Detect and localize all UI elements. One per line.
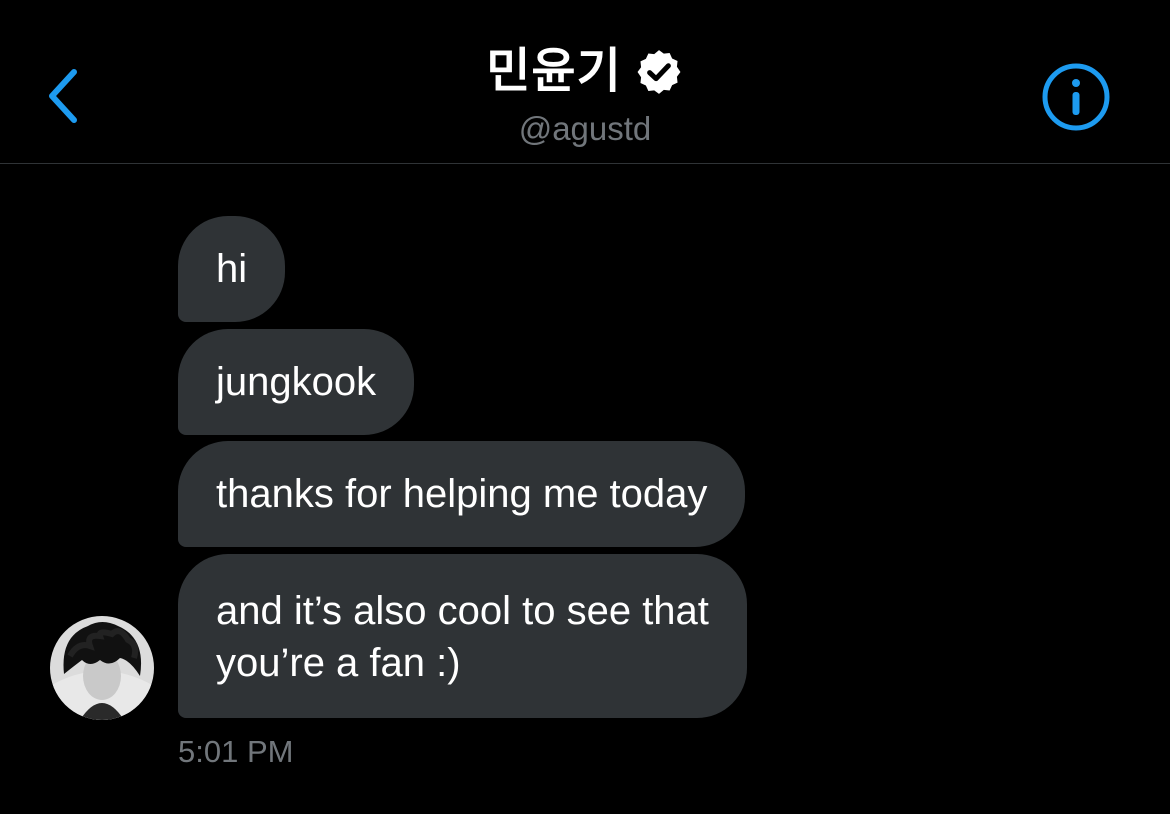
message-bubble[interactable]: hi xyxy=(178,216,286,322)
contact-handle: @agustd xyxy=(518,110,652,147)
profile-photo xyxy=(50,616,154,720)
contact-name: 민윤기 xyxy=(486,45,622,98)
avatar[interactable] xyxy=(50,616,154,720)
message-bubble[interactable]: thanks for helping me today xyxy=(178,441,746,547)
info-button[interactable] xyxy=(1040,61,1112,133)
conversation-title[interactable]: 민윤기 @agustd xyxy=(0,40,1170,145)
verified-badge-icon xyxy=(637,50,681,94)
message-bubble[interactable]: jungkook xyxy=(178,329,415,435)
message-bubble[interactable]: and it’s also cool to see that you’re a … xyxy=(178,554,747,718)
conversation-header: 민윤기 @agustd xyxy=(0,0,1170,164)
message-thread: hi jungkook thanks for helping me today … xyxy=(0,164,1170,814)
message-timestamp: 5:01 PM xyxy=(178,734,294,769)
info-circle-icon xyxy=(1042,63,1110,131)
